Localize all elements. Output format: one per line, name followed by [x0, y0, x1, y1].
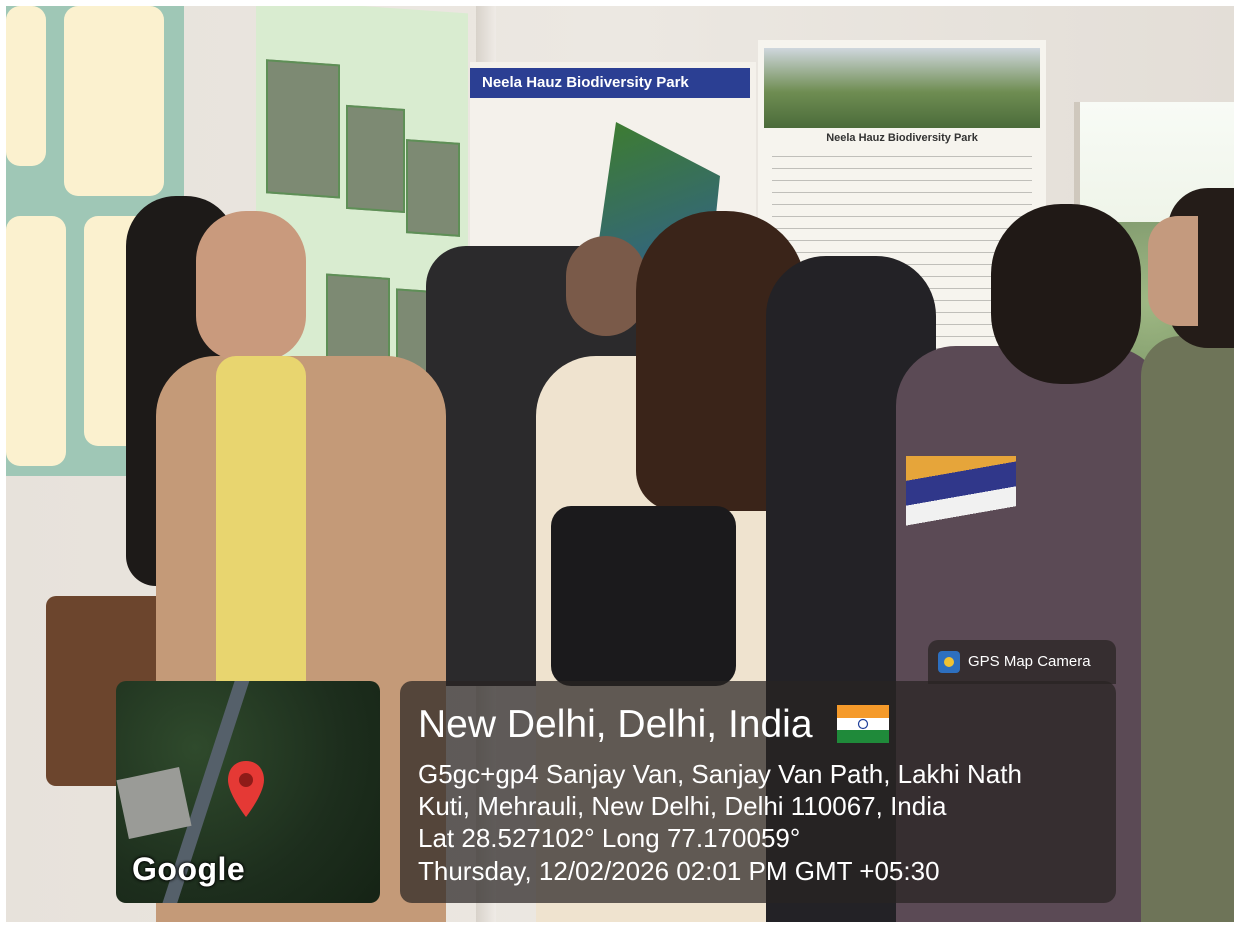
park-map-title: Neela Hauz Biodiversity Park [470, 68, 750, 98]
yellow-scarf [216, 356, 306, 716]
map-building [116, 767, 192, 839]
guide-head [566, 236, 646, 336]
address-line-2: Kuti, Mehrauli, New Delhi, Delhi 110067,… [418, 791, 947, 821]
location-title: New Delhi, Delhi, India [418, 703, 813, 746]
gps-camera-badge: GPS Map Camera [928, 640, 1116, 684]
location-title-row: New Delhi, Delhi, India [418, 703, 890, 747]
jacket-stripes [906, 456, 1016, 536]
student-right-face [1148, 216, 1198, 326]
india-flag-icon [837, 704, 890, 743]
location-info-box: New Delhi, Delhi, India G5gc+gp4 Sanjay … [400, 681, 1116, 903]
student-ponytail [991, 204, 1141, 384]
map-thumbnail: Google [116, 681, 380, 903]
gps-camera-app-icon [938, 651, 960, 673]
timestamp: Thursday, 12/02/2026 02:01 PM GMT +05:30 [418, 856, 940, 886]
lat-long: Lat 28.527102° Long 77.170059° [418, 823, 801, 853]
woman-left-face [196, 211, 306, 361]
address-line-1: G5gc+gp4 Sanjay Van, Sanjay Van Path, La… [418, 759, 1022, 789]
google-logo: Google [132, 851, 246, 887]
gps-camera-label: GPS Map Camera [968, 653, 1091, 670]
location-pin-icon [228, 761, 264, 817]
black-shoulder-bag [551, 506, 736, 686]
park-lake-photo [764, 48, 1040, 128]
student-green-sweater [1141, 336, 1234, 922]
park-info-title: Neela Hauz Biodiversity Park [826, 132, 978, 144]
